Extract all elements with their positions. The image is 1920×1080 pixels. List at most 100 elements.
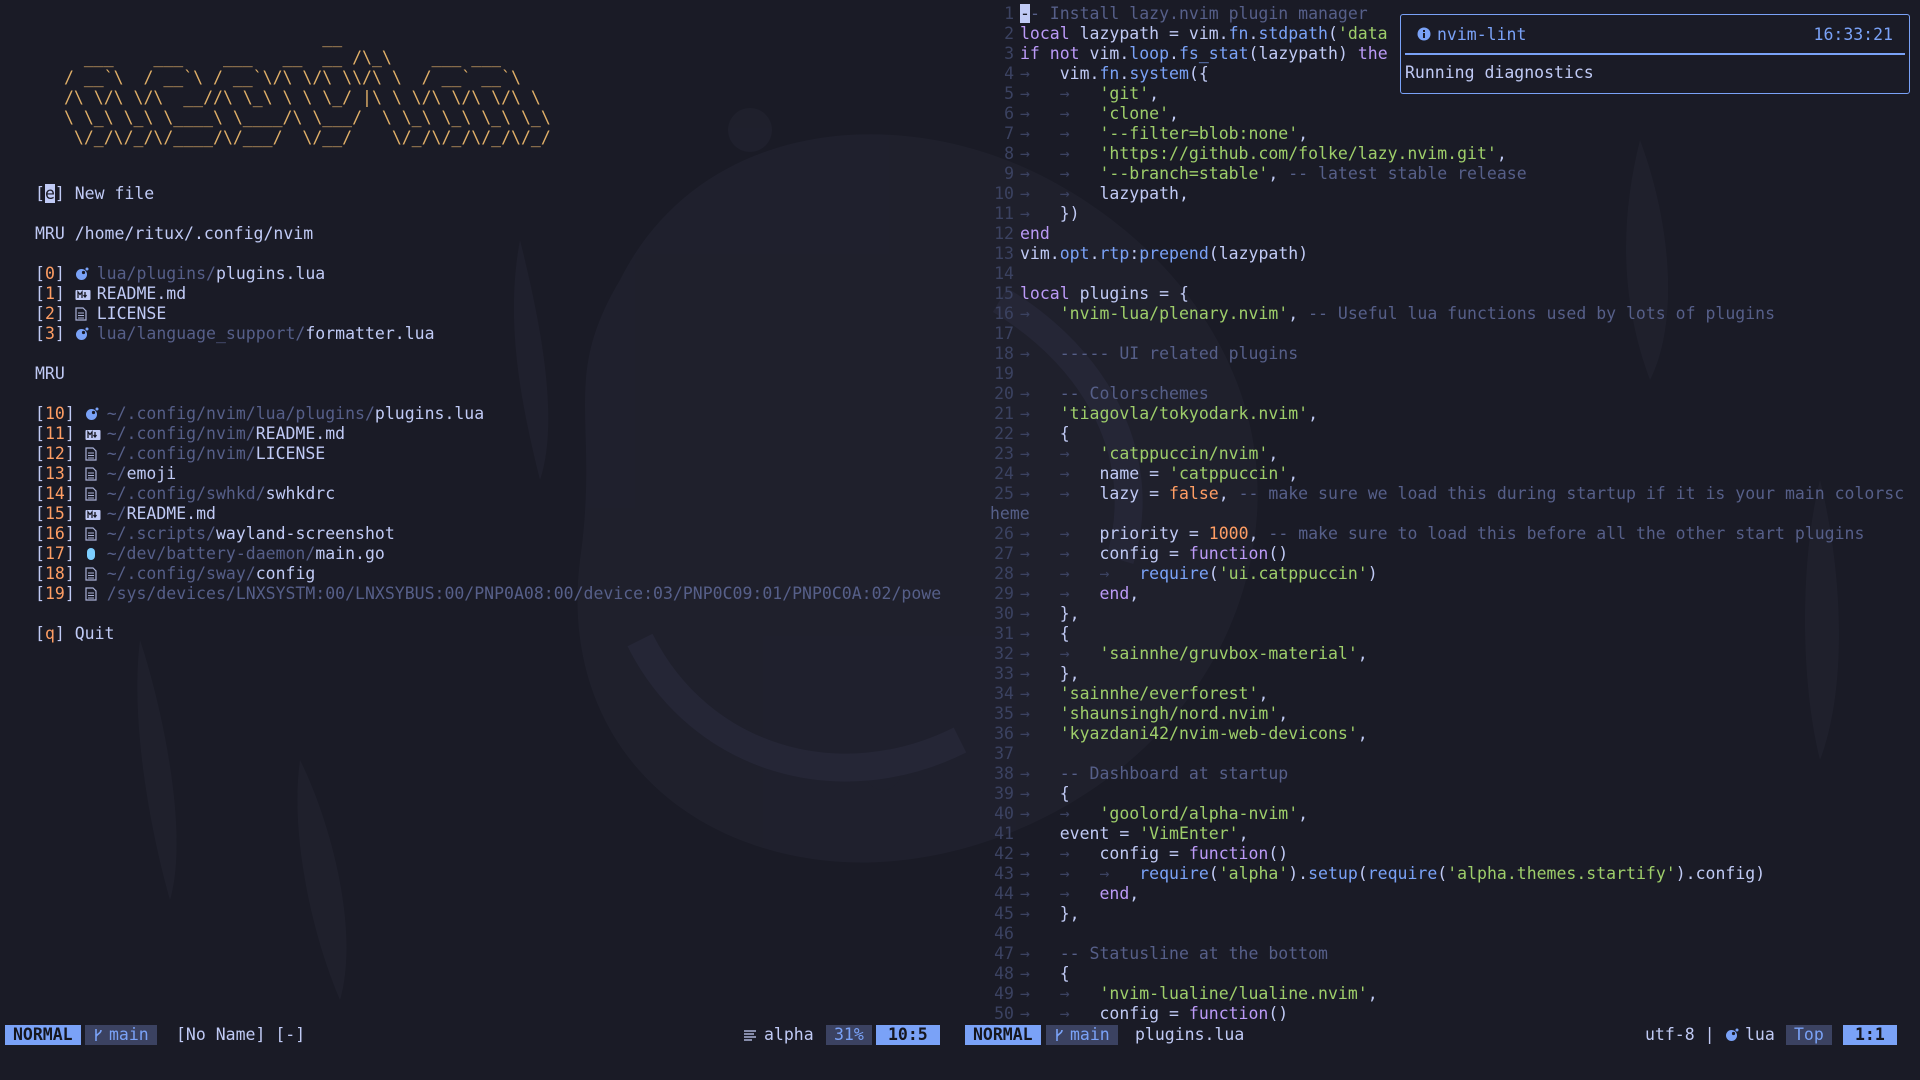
code-token: system (1129, 64, 1189, 83)
code-token: 'ui.catppuccin' (1218, 564, 1368, 583)
code-line[interactable]: 35 → 'shaunsingh/nord.nvim', (990, 704, 1904, 724)
mru-entry[interactable]: [15] ~/README.md (35, 504, 941, 524)
code-line[interactable]: 18 → ----- UI related plugins (990, 344, 1904, 364)
code-line[interactable]: 45 → }, (990, 904, 1904, 924)
line-number: 24 (994, 464, 1014, 483)
code-buffer[interactable]: 1 -- Install lazy.nvim plugin manager 2 loc… (990, 4, 1904, 1024)
code-token: rtp (1099, 244, 1130, 263)
code-token: end (1020, 224, 1050, 243)
code-line[interactable]: 46 (990, 924, 1904, 944)
code-token: }) (1059, 204, 1080, 223)
mru-entry[interactable]: [13] ~/emoji (35, 464, 941, 484)
mru-entry[interactable]: [10] ~/.config/nvim/lua/plugins/plugins.… (35, 404, 941, 424)
code-line[interactable]: 47 → -- Statusline at the bottom (990, 944, 1904, 964)
line-number: 7 (1004, 124, 1014, 143)
code-line[interactable]: 41 event = 'VimEnter', (990, 824, 1904, 844)
code-line[interactable]: 10 → → lazypath, (990, 184, 1904, 204)
code-line[interactable]: 38 → -- Dashboard at startup (990, 764, 1904, 784)
entry-bracket: [ (35, 564, 45, 583)
code-line[interactable]: 9 → → '--branch=stable', -- latest stable… (990, 164, 1904, 184)
code-line[interactable]: 39 → { (990, 784, 1904, 804)
code-line[interactable]: 13 vim.opt.rtp:prepend(lazypath) (990, 244, 1904, 264)
code-token: opt (1059, 244, 1090, 263)
code-line[interactable]: 21 → 'tiagovla/tokyodark.nvim', (990, 404, 1904, 424)
mru-entry[interactable]: [17] ~/dev/battery-daemon/main.go (35, 544, 941, 564)
mru-entry[interactable]: [14] ~/.config/swhkd/swhkdrc (35, 484, 941, 504)
right-position: 1:1 (1843, 1025, 1897, 1045)
code-line[interactable]: 49 → → 'nvim-lualine/lualine.nvim', (990, 984, 1904, 1004)
code-line[interactable]: 37 (990, 744, 1904, 764)
code-line[interactable]: 43 → → → require('alpha').setup(require('… (990, 864, 1904, 884)
code-line[interactable]: 20 → -- Colorschemes (990, 384, 1904, 404)
code-token: event = (1059, 824, 1140, 843)
code-line[interactable]: 30 → }, (990, 604, 1904, 624)
command-line[interactable] (0, 1046, 1920, 1080)
code-line[interactable]: 28 → → → require('ui.catppuccin') (990, 564, 1904, 584)
code-line[interactable]: 44 → → end, (990, 884, 1904, 904)
code-line[interactable]: 48 → { (990, 964, 1904, 984)
code-token: , (1238, 824, 1249, 843)
mru-entry[interactable]: [12] ~/.config/nvim/LICENSE (35, 444, 941, 464)
editor-pane[interactable]: 1 -- Install lazy.nvim plugin manager 2 loc… (990, 0, 1920, 1024)
mru-entry[interactable]: [3] lua/language_support/formatter.lua (35, 324, 941, 344)
entry-bracket: [ (35, 524, 45, 543)
line-number: 17 (994, 324, 1014, 343)
code-line[interactable]: 19 (990, 364, 1904, 384)
code-line[interactable]: 16 → 'nvim-lua/plenary.nvim', -- Useful l… (990, 304, 1904, 324)
entry-index: 11 (44, 424, 65, 443)
mru-entry[interactable]: [2] LICENSE (35, 304, 941, 324)
code-line[interactable]: 23 → → 'catppuccin/nvim', (990, 444, 1904, 464)
code-token: function (1188, 544, 1269, 563)
code-line[interactable]: 8 → → 'https://github.com/folke/lazy.nvim… (990, 144, 1904, 164)
new-file-button[interactable]: [e] New file (35, 184, 941, 204)
code-line[interactable]: 14 (990, 264, 1904, 284)
entry-index: 16 (44, 524, 65, 543)
code-token: end (1099, 884, 1130, 903)
mru-entry[interactable]: [11] ~/.config/nvim/README.md (35, 424, 941, 444)
mru-entry[interactable]: [18] ~/.config/sway/config (35, 564, 941, 584)
indent-guide: → → (1020, 544, 1100, 563)
code-line[interactable]: 31 → { (990, 624, 1904, 644)
mru-entry[interactable]: [0] lua/plugins/plugins.lua (35, 264, 941, 284)
right-encoding: utf-8 | (1645, 1025, 1715, 1044)
entry-bracket: [ (35, 264, 45, 283)
code-line[interactable]: 29 → → end, (990, 584, 1904, 604)
code-line[interactable]: 34 → 'sainnhe/everforest', (990, 684, 1904, 704)
code-token: -- latest stable release (1288, 164, 1527, 183)
code-line[interactable]: 6 → → 'clone', (990, 104, 1904, 124)
code-line[interactable]: 12 end (990, 224, 1904, 244)
info-icon (1417, 27, 1431, 41)
code-line[interactable]: 33 → }, (990, 664, 1904, 684)
code-line[interactable]: 26 → → priority = 1000, -- make sure to l… (990, 524, 1904, 544)
code-line[interactable]: 36 → 'kyazdani42/nvim-web-devicons', (990, 724, 1904, 744)
code-line[interactable]: 15 local plugins = { (990, 284, 1904, 304)
code-line[interactable]: 11 → }) (990, 204, 1904, 224)
entry-dir: ~/.config/nvim/ (106, 424, 256, 443)
entry-index: 13 (44, 464, 65, 483)
code-token: 'nvim-lua/plenary.nvim' (1059, 304, 1289, 323)
entry-bracket: [ (35, 284, 45, 303)
code-token: 'clone' (1099, 104, 1170, 123)
mru-entry[interactable]: [1] README.md (35, 284, 941, 304)
code-token: plugins = (1079, 284, 1179, 303)
mru-entry[interactable]: [16] ~/.scripts/wayland-screenshot (35, 524, 941, 544)
code-line[interactable]: 17 (990, 324, 1904, 344)
code-line[interactable]: 40 → → 'goolord/alpha-nvim', (990, 804, 1904, 824)
entry-bracket: [ (35, 444, 45, 463)
code-line[interactable]: 42 → → config = function() (990, 844, 1904, 864)
left-filetype: alpha (744, 1025, 814, 1045)
mru-entry[interactable]: [19] /sys/devices/LNXSYSTM:00/LNXSYBUS:0… (35, 584, 941, 604)
notification-popup[interactable]: nvim-lint 16:33:21 Running diagnostics (1400, 14, 1910, 94)
code-line[interactable]: 7 → → '--filter=blob:none', (990, 124, 1904, 144)
code-line[interactable]: 27 → → config = function() (990, 544, 1904, 564)
file-icon (85, 466, 99, 481)
code-line[interactable]: 22 → { (990, 424, 1904, 444)
code-line[interactable]: 50 → → config = function() (990, 1004, 1904, 1024)
code-line[interactable]: 32 → → 'sainnhe/gruvbox-material', (990, 644, 1904, 664)
dashboard-pane[interactable]: __ ___ ___ ___ __ __ /\_\ ___ ___ / __`\… (0, 0, 965, 1024)
code-line[interactable]: 24 → → name = 'catppuccin', (990, 464, 1904, 484)
code-line[interactable]: heme (990, 504, 1904, 524)
code-token: , (1288, 464, 1299, 483)
code-line[interactable]: 25 → → lazy = false, -- make sure we load… (990, 484, 1904, 504)
quit-button[interactable]: [q] Quit (35, 624, 941, 644)
